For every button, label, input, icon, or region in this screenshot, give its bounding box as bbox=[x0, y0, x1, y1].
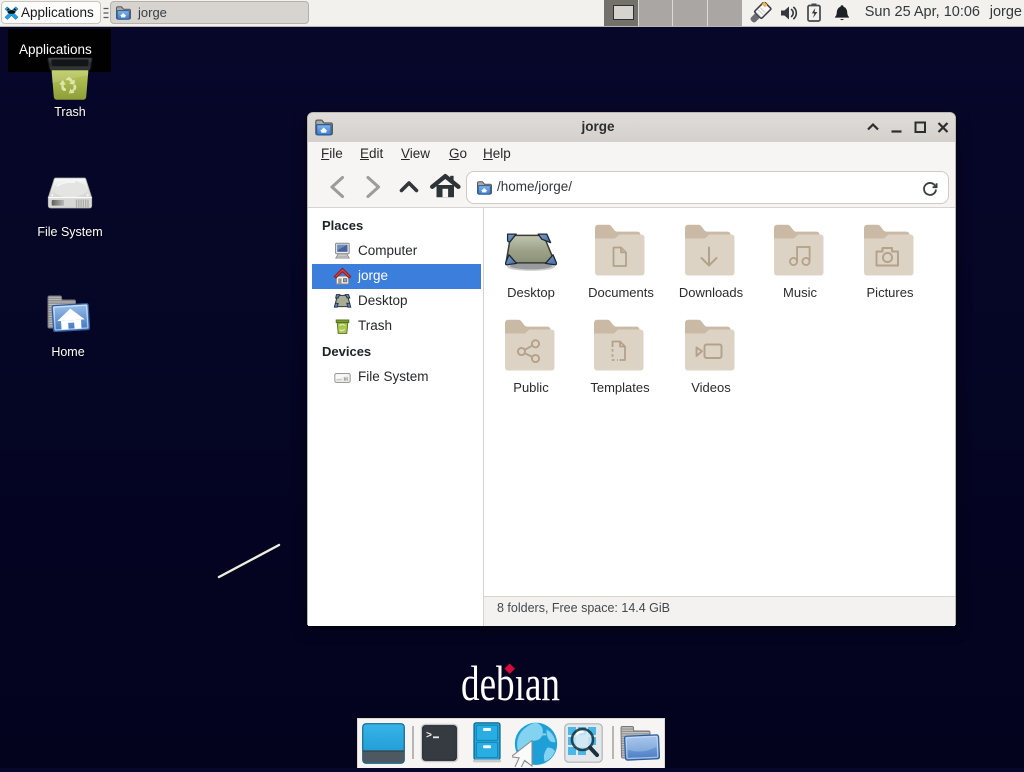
svg-text:>: > bbox=[426, 731, 432, 742]
svg-text:debıan: debıan bbox=[461, 655, 560, 710]
